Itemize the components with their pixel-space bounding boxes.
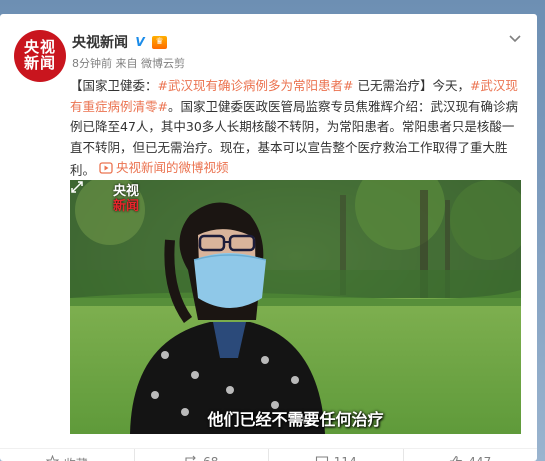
text-mid: 已无需治疗】今天，: [353, 78, 470, 93]
post-text: 【国家卫健委：#武汉现有确诊病例多为常阳患者# 已无需治疗】今天，#武汉现有重症…: [70, 76, 526, 181]
repost-count: 68: [203, 455, 218, 461]
video-logo-line-2: 新闻: [112, 199, 139, 214]
author-name[interactable]: 央视新闻: [72, 32, 128, 52]
video-frame: [70, 180, 521, 434]
weibo-post-card: 央视 新闻 央视新闻 V ♛ 8分钟前 来自 微博云剪 【国家卫健委：#武汉现有…: [0, 14, 537, 461]
thumb-up-icon: [450, 455, 463, 461]
verified-icon: V: [133, 35, 147, 49]
favorite-button[interactable]: 收藏: [0, 449, 135, 461]
post-source[interactable]: 微博云剪: [141, 57, 185, 70]
post-meta: 8分钟前 来自 微博云剪: [72, 55, 185, 71]
video-logo-line-1: 央视: [112, 184, 139, 199]
star-icon: [45, 455, 59, 461]
video-link[interactable]: 央视新闻的微博视频: [99, 158, 229, 179]
video-link-label: 央视新闻的微博视频: [116, 160, 229, 175]
hashtag-link-1[interactable]: #武汉现有确诊病例多为常阳患者#: [158, 78, 354, 93]
video-link-icon: [99, 162, 113, 174]
vip-crown-icon: ♛: [152, 35, 167, 49]
post-time[interactable]: 8分钟前: [72, 57, 112, 70]
repost-button[interactable]: 68: [135, 449, 269, 461]
avatar[interactable]: 央视 新闻: [14, 30, 66, 82]
text-prefix: 【国家卫健委：: [70, 78, 158, 93]
like-count: 447: [468, 455, 491, 461]
action-bar: 收藏 68 114 447: [0, 448, 537, 461]
repost-icon: [185, 455, 196, 461]
chevron-down-icon[interactable]: [508, 34, 522, 44]
video-subtitle: 他们已经不需要任何治疗: [207, 410, 384, 429]
video-player[interactable]: 央视 新闻 他们已经不需要任何治疗: [70, 180, 521, 434]
comment-icon: [315, 456, 328, 461]
comment-count: 114: [334, 455, 357, 461]
video-channel-logo: 央视 新闻: [110, 184, 142, 218]
author-row: 央视新闻 V ♛: [72, 32, 167, 52]
like-button[interactable]: 447: [404, 449, 538, 461]
avatar-line-2: 新闻: [23, 54, 56, 72]
favorite-label: 收藏: [64, 455, 88, 461]
comment-button[interactable]: 114: [269, 449, 404, 461]
expand-icon[interactable]: [70, 180, 84, 194]
source-prefix: 来自: [115, 57, 138, 70]
